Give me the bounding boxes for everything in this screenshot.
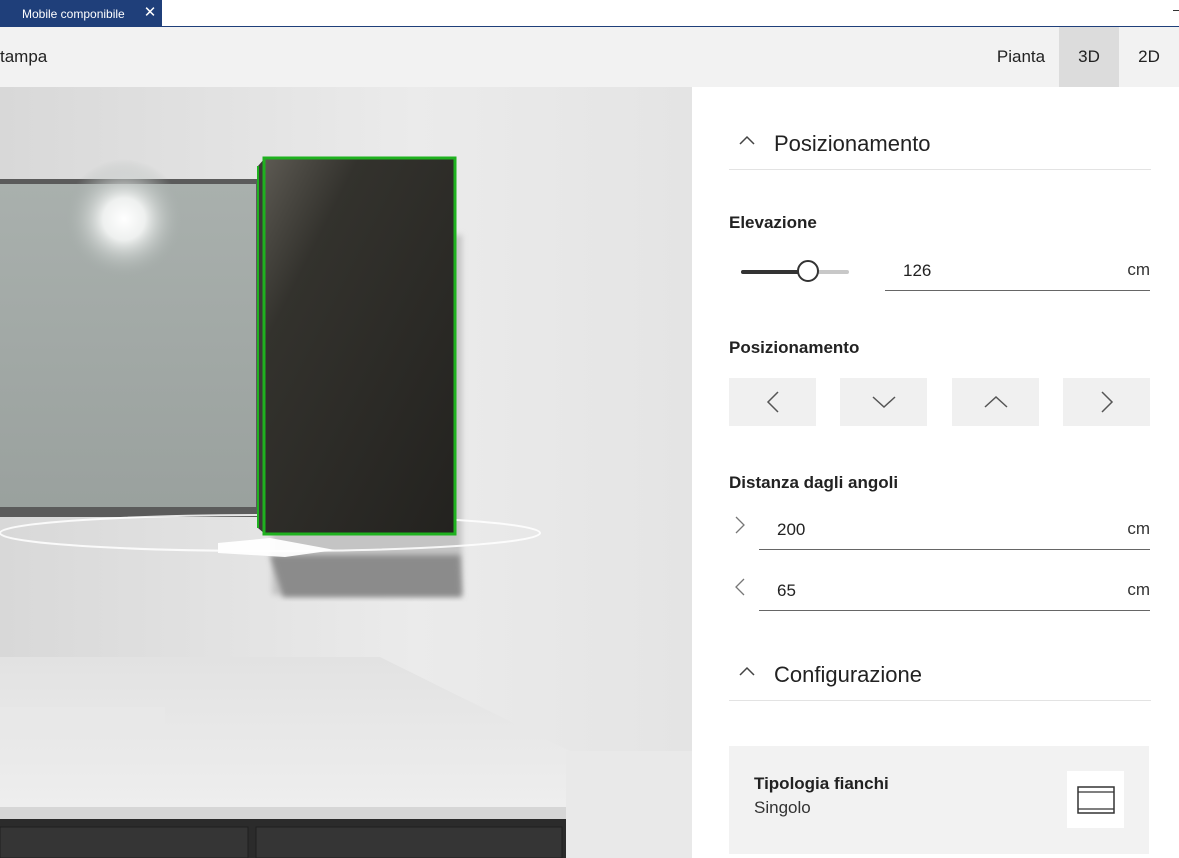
move-left-button[interactable] <box>729 378 816 426</box>
chevron-left-icon <box>766 391 779 413</box>
move-up-button[interactable] <box>952 378 1039 426</box>
single-side-thumbnail-icon <box>1067 771 1124 828</box>
countertop-edge <box>0 807 566 819</box>
corner-distance-left-value: 65 <box>777 581 796 600</box>
chevron-up-icon <box>739 135 755 145</box>
tab-title: Mobile componibile <box>22 6 125 21</box>
positioning-section-title: Posizionamento <box>774 131 931 156</box>
elevation-label: Elevazione <box>729 213 817 232</box>
document-tab[interactable]: Mobile componibile ✕ <box>0 0 162 27</box>
corner-distance-right-field[interactable]: 200 cm <box>759 508 1150 550</box>
corner-distance-left-field[interactable]: 65 cm <box>759 569 1150 611</box>
move-right-button[interactable] <box>1063 378 1150 426</box>
side-type-title: Tipologia fianchi <box>754 774 889 793</box>
elevation-value: 126 <box>903 261 932 280</box>
mirror-light <box>64 159 184 279</box>
chevron-down-icon <box>871 396 896 409</box>
view-pianta-button[interactable]: Pianta <box>983 27 1059 87</box>
chevron-left-icon <box>735 578 745 596</box>
3d-scene <box>0 87 692 858</box>
corner-distance-left-unit: cm <box>1127 580 1150 599</box>
properties-panel: Posizionamento Elevazione 126 cm Posizio… <box>692 87 1179 858</box>
sink-basin <box>0 707 165 737</box>
configuration-section-title: Configurazione <box>774 662 922 687</box>
window-edge-mark <box>1173 10 1179 11</box>
corner-distance-right-unit: cm <box>1127 519 1150 538</box>
view-2d-button[interactable]: 2D <box>1119 27 1179 87</box>
view-3d-button[interactable]: 3D <box>1059 27 1119 87</box>
drawer-right <box>255 826 563 858</box>
drawer-left <box>0 826 249 858</box>
position-label: Posizionamento <box>729 338 860 357</box>
move-down-button[interactable] <box>840 378 927 426</box>
close-icon[interactable]: ✕ <box>142 4 158 22</box>
configuration-section-header[interactable]: Configurazione <box>729 651 1151 701</box>
positioning-section-header[interactable]: Posizionamento <box>729 120 1151 170</box>
chevron-right-icon <box>1100 391 1113 413</box>
elevation-field[interactable]: 126 cm <box>885 249 1150 291</box>
slider-thumb[interactable] <box>796 260 819 282</box>
chevron-up-icon <box>739 666 755 676</box>
toolbar: tampa Pianta 3D 2D <box>0 27 1179 87</box>
print-button[interactable]: tampa <box>0 47 47 67</box>
floor-right <box>566 751 692 858</box>
corner-distance-label: Distanza dagli angoli <box>729 473 899 492</box>
side-type-value: Singolo <box>754 798 811 817</box>
3d-viewport[interactable] <box>0 87 692 858</box>
corner-distance-right-value: 200 <box>777 520 806 539</box>
chevron-right-icon <box>735 516 745 534</box>
tab-strip: Mobile componibile ✕ <box>0 0 1179 27</box>
side-type-card[interactable]: Tipologia fianchi Singolo <box>729 746 1149 854</box>
elevation-unit: cm <box>1127 260 1150 279</box>
elevation-slider[interactable] <box>741 260 849 282</box>
floor-shadow <box>270 555 462 597</box>
chevron-up-icon <box>983 395 1008 408</box>
selected-cabinet <box>262 156 457 536</box>
